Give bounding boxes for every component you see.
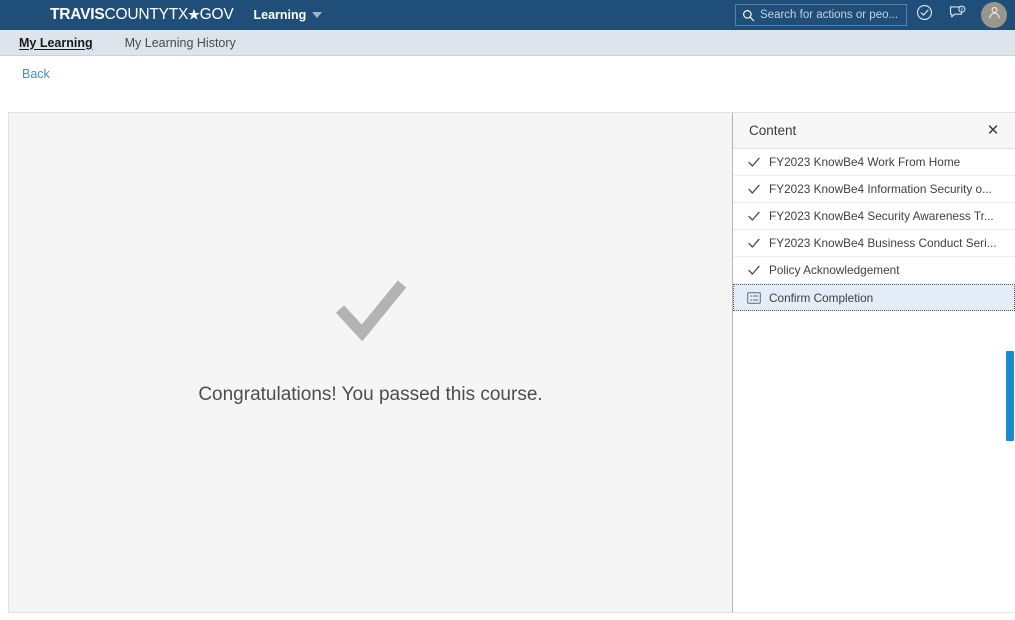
list-item-label: FY2023 KnowBe4 Business Conduct Seri... bbox=[769, 236, 997, 250]
search-icon bbox=[742, 9, 755, 22]
course-status-block: Congratulations! You passed this course. bbox=[198, 278, 543, 406]
user-avatar-icon bbox=[987, 5, 1002, 25]
header-actions: 9 bbox=[735, 0, 1015, 30]
logo-text-countytx: COUNTYTX bbox=[104, 6, 189, 23]
app-menu-learning[interactable]: Learning bbox=[253, 8, 323, 22]
list-item[interactable]: FY2023 KnowBe4 Security Awareness Tr... bbox=[733, 203, 1015, 230]
list-item[interactable]: FY2023 KnowBe4 Work From Home bbox=[733, 149, 1015, 176]
close-icon[interactable]: ✕ bbox=[983, 121, 1003, 141]
app-menu-label: Learning bbox=[253, 8, 307, 22]
list-item-label: FY2023 KnowBe4 Information Security o... bbox=[769, 182, 992, 196]
list-item-label: FY2023 KnowBe4 Security Awareness Tr... bbox=[769, 209, 994, 223]
check-circle-icon bbox=[916, 4, 933, 26]
page-scrollbar-thumb[interactable] bbox=[1006, 351, 1014, 441]
todo-button[interactable] bbox=[907, 0, 941, 30]
subnav-item-my-learning[interactable]: My Learning bbox=[15, 36, 97, 50]
checkmark-icon bbox=[746, 238, 762, 249]
list-item[interactable]: FY2023 KnowBe4 Business Conduct Seri... bbox=[733, 230, 1015, 257]
avatar[interactable] bbox=[981, 2, 1007, 28]
back-link[interactable]: Back bbox=[22, 67, 50, 81]
star-icon: ★ bbox=[188, 6, 200, 22]
checkmark-icon bbox=[746, 157, 762, 168]
page-scrollbar-track[interactable] bbox=[1005, 112, 1015, 613]
content-item-list: FY2023 KnowBe4 Work From Home FY2023 Kno… bbox=[733, 149, 1015, 612]
logo-text-travis: TRAVIS bbox=[50, 6, 105, 23]
chevron-down-icon bbox=[312, 12, 323, 18]
form-list-icon bbox=[746, 291, 762, 304]
checkmark-icon bbox=[746, 265, 762, 276]
content-panel-header: Content ✕ bbox=[733, 113, 1015, 149]
list-item-label: Confirm Completion bbox=[769, 290, 874, 305]
sub-navigation: My Learning My Learning History bbox=[0, 30, 1015, 56]
subnav-item-my-learning-history[interactable]: My Learning History bbox=[121, 36, 240, 50]
content-outline-panel: Content ✕ FY2023 KnowBe4 Work From Home bbox=[733, 113, 1015, 612]
pass-message: Congratulations! You passed this course. bbox=[198, 384, 543, 405]
travis-county-logo[interactable]: TRAVIS COUNTYTX ★ GOV bbox=[50, 6, 234, 24]
content-panel-title: Content bbox=[749, 123, 797, 138]
global-search[interactable] bbox=[735, 4, 907, 26]
course-player-container: Congratulations! You passed this course.… bbox=[8, 112, 1015, 613]
list-item-label: Policy Acknowledgement bbox=[769, 263, 900, 277]
list-item-label: FY2023 KnowBe4 Work From Home bbox=[769, 155, 961, 169]
notification-bubble-icon: 9 bbox=[949, 5, 967, 26]
course-stage: Congratulations! You passed this course. bbox=[9, 113, 733, 612]
checkmark-icon bbox=[746, 211, 762, 222]
logo-text-gov: GOV bbox=[199, 6, 234, 23]
list-item[interactable]: Policy Acknowledgement bbox=[733, 257, 1015, 284]
checkmark-icon bbox=[746, 184, 762, 195]
notifications-button[interactable]: 9 bbox=[941, 0, 975, 30]
list-item-selected[interactable]: Confirm Completion bbox=[733, 284, 1015, 311]
list-item[interactable]: FY2023 KnowBe4 Information Security o... bbox=[733, 176, 1015, 203]
large-checkmark-icon bbox=[334, 278, 408, 342]
top-header-bar: TRAVIS COUNTYTX ★ GOV Learning Search fo… bbox=[0, 0, 1015, 30]
search-input[interactable] bbox=[760, 9, 900, 21]
